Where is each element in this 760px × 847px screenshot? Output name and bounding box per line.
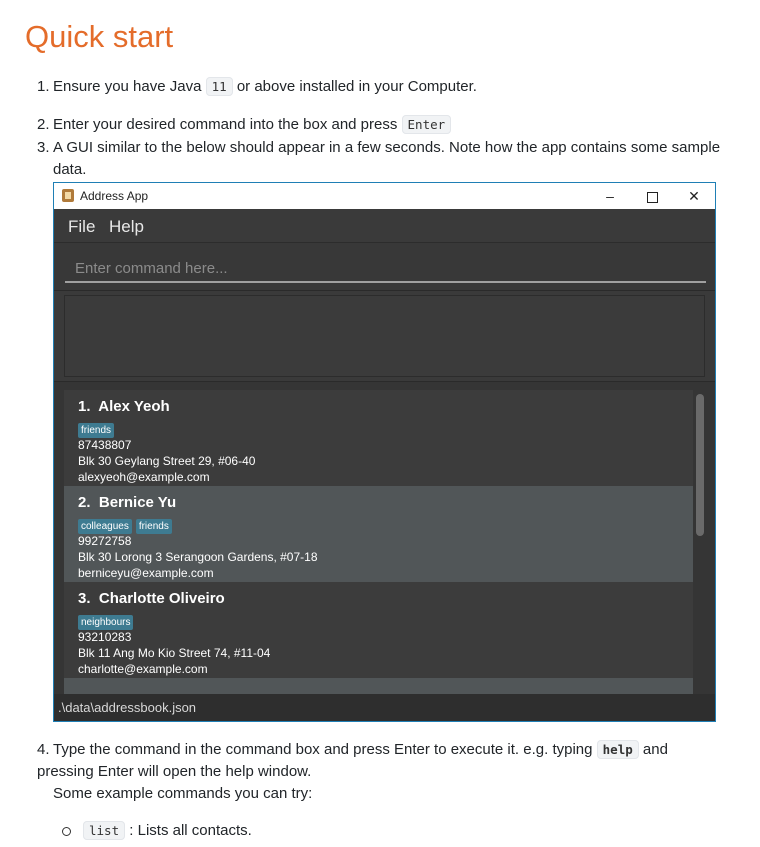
- step-text: A GUI similar to the below should appear…: [53, 139, 721, 178]
- step-text: Ensure you have Java: [53, 78, 206, 95]
- command-box: [54, 243, 715, 291]
- step-number: 2.: [37, 116, 50, 133]
- app-icon: [62, 189, 74, 202]
- person-address: Blk 30 Lorong 3 Serangoon Gardens, #07-1…: [78, 550, 318, 564]
- person-phone: 93210283: [78, 630, 132, 644]
- example-description: : Lists all contacts.: [125, 822, 252, 839]
- list-scrollbar[interactable]: [696, 394, 704, 536]
- person-email: berniceyu@example.com: [78, 566, 214, 580]
- tag: friends: [78, 423, 115, 438]
- person-phone: 87438807: [78, 438, 132, 452]
- close-button[interactable]: ✕: [679, 185, 709, 207]
- list-item: list : Lists all contacts.: [62, 820, 252, 842]
- step-4: 4. Type the command in the command box an…: [37, 739, 727, 805]
- bullet-icon: [62, 826, 71, 836]
- person-name: 2. Bernice Yu: [78, 494, 177, 511]
- result-display-area: [54, 291, 715, 382]
- inline-code: help: [596, 740, 639, 759]
- tag: friends: [135, 519, 172, 534]
- step-number: 1.: [37, 78, 50, 95]
- inline-code: 11: [205, 77, 233, 96]
- step-text: Some example commands you can try:: [53, 785, 313, 802]
- step-number: 4.: [37, 741, 50, 758]
- person-card[interactable]: 3. Charlotte Oliveiro neighbours 9321028…: [64, 582, 693, 678]
- status-bar: .\data\addressbook.json: [54, 694, 715, 721]
- person-name: 3. Charlotte Oliveiro: [78, 590, 225, 607]
- person-card[interactable]: [64, 678, 693, 695]
- result-display: [64, 295, 705, 377]
- step-text: Type the command in the command box and …: [53, 741, 597, 758]
- person-email: charlotte@example.com: [78, 662, 208, 676]
- person-address: Blk 11 Ang Mo Kio Street 74, #11-04: [78, 646, 271, 660]
- command-input[interactable]: [65, 255, 706, 283]
- step-number: 3.: [37, 139, 50, 156]
- person-card[interactable]: 1. Alex Yeoh friends 87438807 Blk 30 Gey…: [64, 390, 693, 486]
- maximize-button[interactable]: [637, 185, 667, 207]
- maximize-icon: [646, 191, 658, 203]
- step-text: or above installed in your Computer.: [232, 78, 477, 95]
- tag-list: neighbours: [78, 612, 137, 630]
- tag-list: friends: [78, 420, 118, 438]
- step-3: 3. A GUI similar to the below should appe…: [37, 137, 727, 181]
- tag-list: colleagues friends: [78, 516, 176, 534]
- example-commands-list: list : Lists all contacts.: [62, 820, 252, 842]
- menu-help[interactable]: Help: [109, 217, 144, 237]
- person-list: 1. Alex Yeoh friends 87438807 Blk 30 Gey…: [64, 390, 693, 695]
- person-name: 1. Alex Yeoh: [78, 398, 170, 415]
- step-text: Enter your desired command into the box …: [53, 116, 402, 133]
- tag: colleagues: [78, 519, 132, 534]
- menu-file[interactable]: File: [68, 217, 95, 237]
- person-list-panel: 1. Alex Yeoh friends 87438807 Blk 30 Gey…: [54, 382, 715, 695]
- tag: neighbours: [78, 615, 134, 630]
- inline-code: Enter: [401, 115, 452, 134]
- step-2: 2. Enter your desired command into the bo…: [37, 114, 727, 136]
- window-titlebar[interactable]: Address App – ✕: [54, 183, 715, 209]
- person-email: alexyeoh@example.com: [78, 470, 210, 484]
- page-title: Quick start: [25, 19, 174, 54]
- person-card[interactable]: 2. Bernice Yu colleagues friends 99272758…: [64, 486, 693, 582]
- person-phone: 99272758: [78, 534, 132, 548]
- minimize-button[interactable]: –: [595, 185, 625, 207]
- menu-bar: File Help: [54, 209, 715, 243]
- step-1: 1. Ensure you have Java 11 or above insta…: [37, 76, 727, 98]
- app-window: Address App – ✕ File Help 1. Alex Yeoh f…: [53, 182, 716, 722]
- person-address: Blk 30 Geylang Street 29, #06-40: [78, 454, 256, 468]
- window-title: Address App: [80, 189, 149, 203]
- inline-code: list: [83, 821, 126, 840]
